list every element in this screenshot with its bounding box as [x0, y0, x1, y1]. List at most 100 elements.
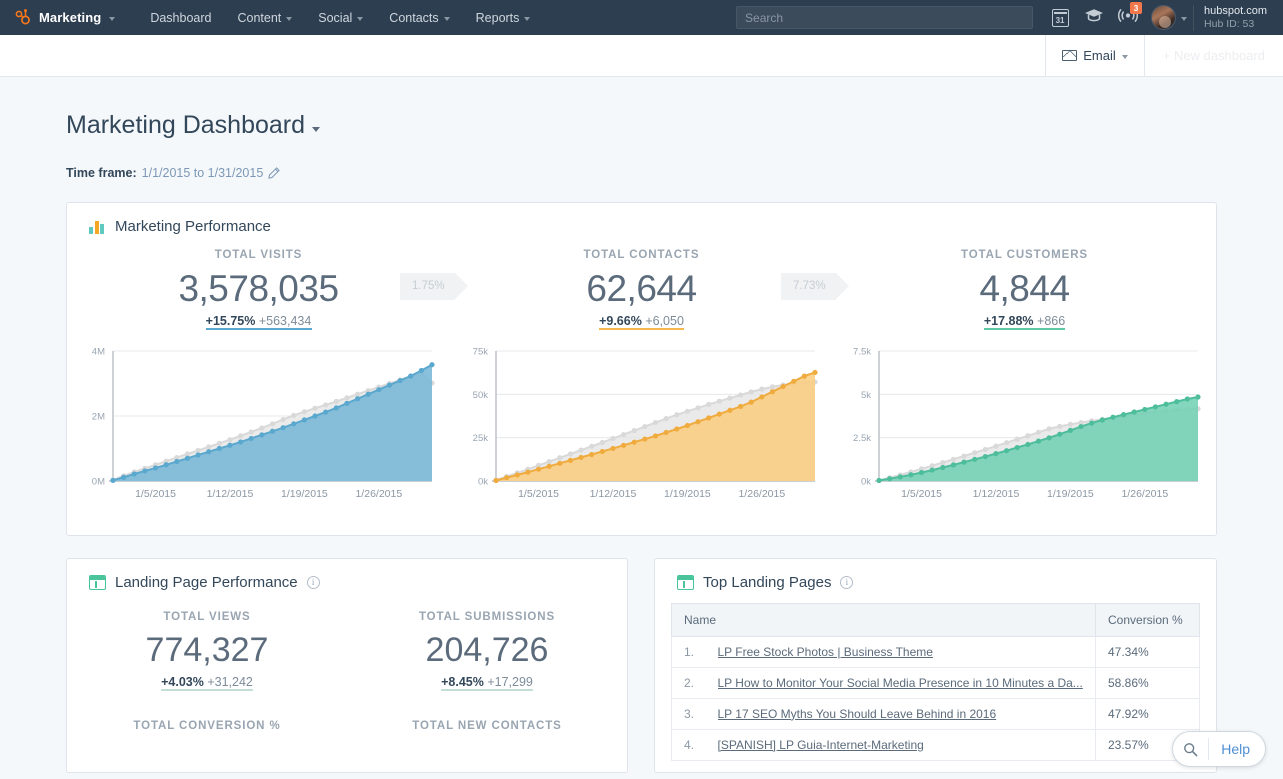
metric-underline — [161, 688, 253, 691]
table-row[interactable]: 3. LP 17 SEO Myths You Should Leave Behin… — [671, 698, 1200, 730]
calendar-button[interactable]: 31 — [1043, 0, 1077, 35]
chevron-down-icon — [524, 16, 531, 21]
chart-total-contacts[interactable]: 0k 25k 50k 75k 1/5/2015 1/12/2015 1/19/2015 1/2… — [450, 339, 833, 509]
calendar-icon: 31 — [1051, 8, 1069, 27]
kpi-delta-percent: +17.88% — [983, 313, 1034, 328]
top-navigation-bar: Marketing Dashboard Content Social Conta… — [0, 0, 1283, 35]
landing-page-link[interactable]: [SPANISH] LP Guia-Internet-Marketing — [718, 738, 1084, 752]
new-dashboard-button[interactable]: + New dashboard — [1145, 35, 1283, 76]
row-name-cell: [SPANISH] LP Guia-Internet-Marketing — [705, 729, 1096, 761]
search-input[interactable] — [736, 6, 1034, 29]
chart-total-customers[interactable]: 0k 2.5k 5k 7.5k 1/5/2015 1/12/2015 1/19/2015 1/… — [833, 339, 1216, 509]
svg-text:5k: 5k — [861, 390, 871, 401]
column-header-name[interactable]: Name — [671, 602, 1096, 637]
info-icon[interactable]: i — [840, 575, 854, 589]
chevron-down-icon — [357, 16, 364, 21]
svg-text:50k: 50k — [473, 390, 489, 401]
card-title: Marketing Performance — [115, 218, 271, 235]
page-body: Marketing Dashboard Time frame: 1/1/2015… — [0, 77, 1283, 773]
email-button-label: Email — [1083, 48, 1116, 63]
svg-text:1/12/2015: 1/12/2015 — [590, 488, 637, 500]
chevron-down-icon — [1121, 54, 1128, 59]
table-row[interactable]: 4. [SPANISH] LP Guia-Internet-Marketing 23… — [671, 729, 1200, 761]
chevron-down-icon[interactable] — [1181, 16, 1188, 21]
svg-text:0k: 0k — [861, 476, 871, 487]
notifications-button[interactable]: 3 — [1111, 0, 1145, 35]
funnel-rate-badge-visits-to-contacts: 1.75% — [400, 273, 468, 300]
primary-nav-items: Dashboard Content Social Contacts Report… — [137, 0, 543, 35]
chevron-down-icon — [312, 127, 321, 132]
kpi-delta: +9.66% +6,050 — [599, 314, 684, 333]
time-frame-value[interactable]: 1/1/2015 to 1/31/2015 — [142, 166, 264, 180]
table-row[interactable]: 1. LP Free Stock Photos | Business Theme 4… — [671, 636, 1200, 668]
nav-item-label: Contacts — [389, 10, 439, 25]
metric-value: 774,327 — [145, 630, 269, 669]
help-label: Help — [1221, 741, 1250, 757]
marketing-performance-header: Marketing Performance — [67, 203, 1216, 235]
metric-delta-absolute: +17,299 — [487, 674, 533, 689]
nav-item-dashboard[interactable]: Dashboard — [137, 0, 224, 35]
global-search — [736, 6, 1034, 29]
metric-label: TOTAL SUBMISSIONS — [418, 610, 556, 623]
kpi-total-contacts: 1.75% TOTAL CONTACTS 62,644 +9.66% +6,05… — [400, 249, 833, 333]
help-widget[interactable]: Help — [1172, 731, 1266, 767]
nav-item-reports[interactable]: Reports — [463, 0, 544, 35]
row-name-cell: LP 17 SEO Myths You Should Leave Behind … — [705, 698, 1096, 730]
kpi-delta-absolute: +866 — [1037, 313, 1066, 328]
kpi-delta-absolute: +563,434 — [258, 313, 312, 328]
kpi-delta: +17.88% +866 — [984, 314, 1065, 333]
row-conversion: 47.92% — [1095, 698, 1200, 730]
brand-label: Marketing — [39, 10, 102, 25]
top-landing-pages-table: Name Conversion % 1. LP Free Stock Photos… — [671, 602, 1200, 761]
nav-item-contacts[interactable]: Contacts — [376, 0, 462, 35]
metric-delta-absolute: +31,242 — [207, 674, 253, 689]
chart-total-visits[interactable]: 0M 2M 4M 1/5/2015 1/12/2015 1/19/2015 1/26/201… — [67, 339, 450, 509]
column-header-conversion[interactable]: Conversion % — [1095, 602, 1200, 637]
edit-pencil-icon[interactable] — [268, 167, 281, 179]
bar-chart-icon — [89, 219, 106, 234]
svg-text:2.5k: 2.5k — [853, 433, 871, 444]
chevron-down-icon — [286, 16, 293, 21]
nav-item-social[interactable]: Social — [305, 0, 376, 35]
svg-text:1/19/2015: 1/19/2015 — [1047, 488, 1094, 500]
academy-button[interactable] — [1077, 0, 1111, 35]
metric-label: TOTAL VIEWS — [163, 610, 251, 623]
kpi-delta-percent: +9.66% — [599, 313, 642, 328]
table-header-row: Name Conversion % — [671, 602, 1200, 637]
svg-text:4M: 4M — [92, 346, 105, 357]
brand-home-link[interactable]: Marketing — [14, 9, 116, 26]
nav-item-content[interactable]: Content — [224, 0, 305, 35]
table-row[interactable]: 2. LP How to Monitor Your Social Media Pr… — [671, 667, 1200, 699]
card-title: Top Landing Pages — [703, 573, 832, 591]
metric-delta: +8.45% +17,299 — [441, 675, 533, 694]
kpi-delta-absolute: +6,050 — [645, 313, 684, 328]
account-info[interactable]: hubspot.com Hub ID: 53 — [1193, 4, 1283, 31]
table-body: 1. LP Free Stock Photos | Business Theme 4… — [671, 636, 1200, 761]
dashboard-toolbar: Email + New dashboard — [0, 35, 1283, 77]
email-dropdown-button[interactable]: Email — [1045, 35, 1145, 76]
info-icon[interactable]: i — [306, 575, 320, 589]
landing-page-link[interactable]: LP 17 SEO Myths You Should Leave Behind … — [718, 707, 1084, 721]
kpi-row: TOTAL VISITS 3,578,035 +15.75% +563,434 … — [67, 235, 1216, 333]
account-hub-id: Hub ID: 53 — [1204, 17, 1255, 30]
card-title: Landing Page Performance — [115, 573, 298, 591]
svg-text:1/26/2015: 1/26/2015 — [738, 488, 785, 500]
landing-page-link[interactable]: LP How to Monitor Your Social Media Pres… — [718, 676, 1084, 690]
kpi-label: TOTAL VISITS — [214, 249, 303, 261]
search-icon[interactable] — [1173, 738, 1210, 760]
kpi-underline — [599, 327, 684, 330]
row-name-cell: LP How to Monitor Your Social Media Pres… — [705, 667, 1096, 699]
row-conversion: 58.86% — [1095, 667, 1200, 699]
page-title-text: Marketing Dashboard — [66, 111, 306, 139]
metric-delta-percent: +4.03% — [161, 674, 204, 689]
landing-page-performance-header: Landing Page Performance i — [67, 559, 627, 591]
svg-text:7.5k: 7.5k — [853, 346, 871, 357]
top-landing-pages-header: Top Landing Pages i — [655, 559, 1216, 591]
landing-page-metrics: TOTAL VIEWS 774,327 +4.03% +31,242 TOTAL… — [67, 591, 627, 694]
landing-page-link[interactable]: LP Free Stock Photos | Business Theme — [718, 645, 1084, 659]
metric-underline — [441, 688, 533, 691]
envelope-icon — [1062, 50, 1078, 61]
user-menu-button[interactable] — [1145, 0, 1181, 35]
svg-text:1/26/2015: 1/26/2015 — [1121, 488, 1168, 500]
page-title[interactable]: Marketing Dashboard — [66, 111, 321, 140]
